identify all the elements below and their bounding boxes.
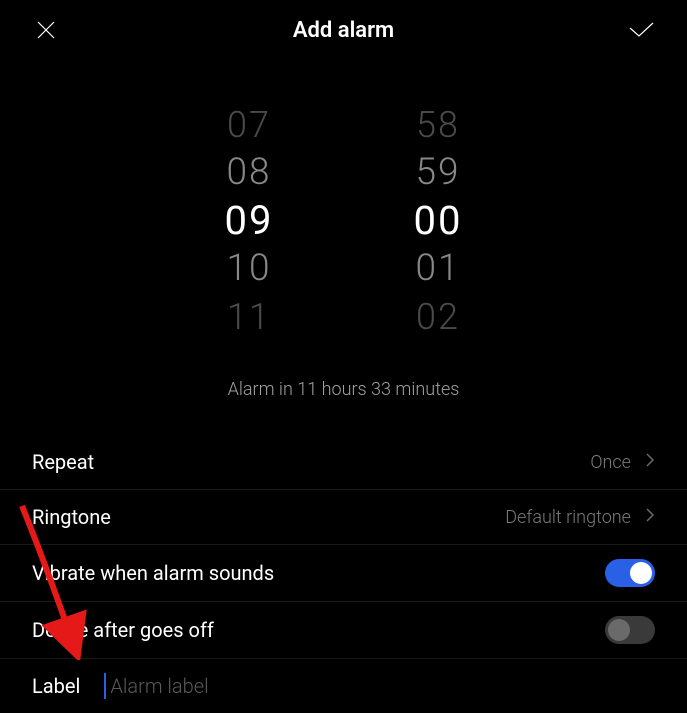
delete-after-label: Delete after goes off xyxy=(32,618,214,642)
minute-selected[interactable]: 00 xyxy=(414,197,463,245)
vibrate-toggle[interactable] xyxy=(605,559,655,587)
ringtone-value: Default ringtone xyxy=(505,507,631,528)
hour-option[interactable]: 11 xyxy=(227,293,271,341)
time-picker: 07 08 09 10 11 58 59 00 01 02 xyxy=(0,101,687,341)
minute-option[interactable]: 58 xyxy=(416,101,460,149)
check-icon[interactable] xyxy=(625,14,657,46)
minute-option[interactable]: 59 xyxy=(415,149,460,197)
minute-option[interactable]: 01 xyxy=(415,245,460,293)
minute-wheel[interactable]: 58 59 00 01 02 xyxy=(414,101,463,341)
chevron-right-icon xyxy=(645,452,655,472)
alarm-label-input[interactable] xyxy=(104,673,364,699)
chevron-right-icon xyxy=(645,507,655,527)
alarm-countdown: Alarm in 11 hours 33 minutes xyxy=(0,379,687,400)
delete-after-toggle[interactable] xyxy=(605,616,655,644)
repeat-label: Repeat xyxy=(32,450,94,474)
repeat-row[interactable]: Repeat Once xyxy=(0,435,687,490)
close-icon[interactable] xyxy=(30,14,62,46)
delete-after-row: Delete after goes off xyxy=(0,602,687,659)
ringtone-row[interactable]: Ringtone Default ringtone xyxy=(0,490,687,545)
page-title: Add alarm xyxy=(293,18,394,43)
vibrate-label: Vibrate when alarm sounds xyxy=(32,561,274,585)
ringtone-label: Ringtone xyxy=(32,505,111,529)
hour-option[interactable]: 07 xyxy=(227,101,271,149)
hour-wheel[interactable]: 07 08 09 10 11 xyxy=(225,101,274,341)
hour-option[interactable]: 08 xyxy=(226,149,271,197)
hour-selected[interactable]: 09 xyxy=(225,197,274,245)
label-field-label: Label xyxy=(32,674,80,698)
vibrate-row: Vibrate when alarm sounds xyxy=(0,545,687,602)
hour-option[interactable]: 10 xyxy=(226,245,271,293)
minute-option[interactable]: 02 xyxy=(416,293,460,341)
label-row: Label xyxy=(0,659,687,713)
repeat-value: Once xyxy=(590,452,631,473)
